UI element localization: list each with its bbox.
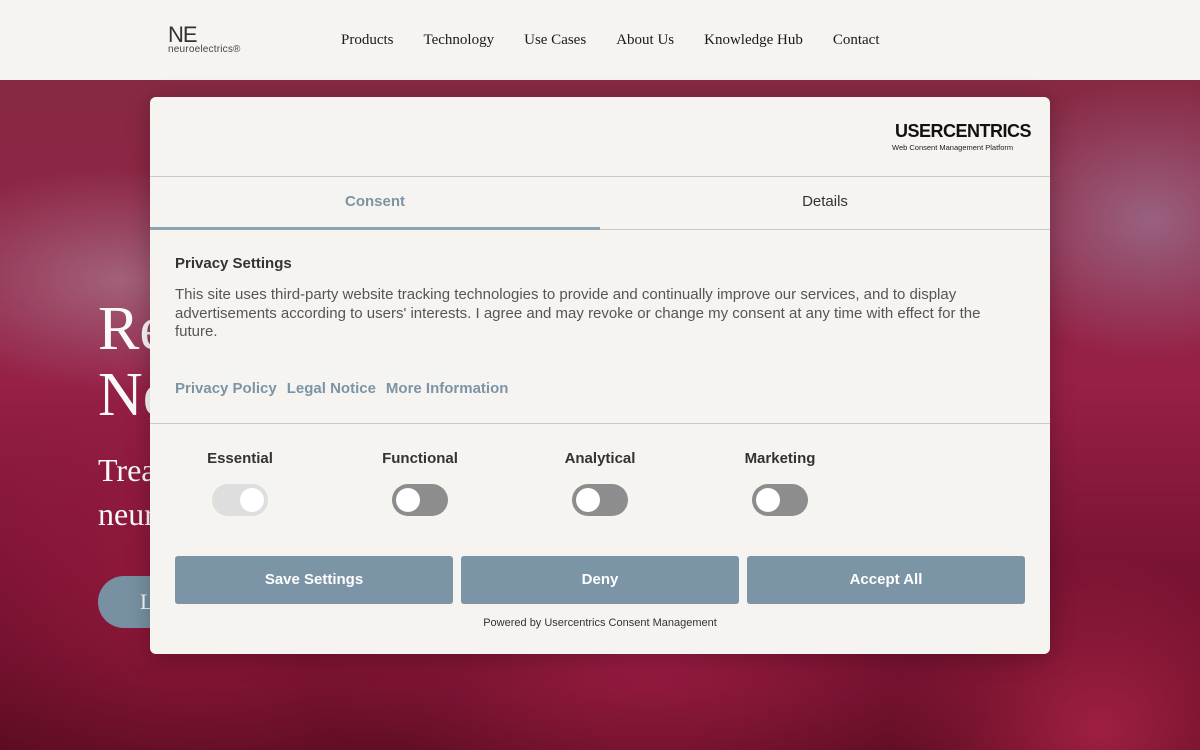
neuroelectrics-logo[interactable]: NE neuroelectrics®: [168, 24, 258, 58]
nav-products[interactable]: Products: [341, 30, 394, 50]
usercentrics-brand: USERCENTRICS Web Consent Management Plat…: [892, 121, 1032, 153]
powered-by-text: Powered by Usercentrics Consent Manageme…: [483, 617, 717, 629]
save-settings-button[interactable]: Save Settings: [175, 556, 453, 604]
accept-all-button[interactable]: Accept All: [747, 556, 1025, 604]
section-divider: [150, 423, 1050, 424]
consent-dialog: USERCENTRICS Web Consent Management Plat…: [150, 97, 1050, 654]
toggle-knob: [240, 488, 264, 512]
privacy-description: This site uses third-party website track…: [175, 286, 981, 340]
nav-about-us[interactable]: About Us: [616, 30, 674, 50]
category-functional: Functional: [360, 450, 480, 516]
analytical-toggle[interactable]: [572, 484, 628, 516]
category-essential: Essential: [180, 450, 300, 516]
category-analytical: Analytical: [540, 450, 660, 516]
toggle-knob: [576, 488, 600, 512]
essential-toggle: [212, 484, 268, 516]
category-label: Analytical: [564, 450, 636, 467]
site-header: NE neuroelectrics® Products Technology U…: [0, 0, 1200, 80]
legal-notice-link[interactable]: Legal Notice: [287, 380, 376, 397]
marketing-toggle[interactable]: [752, 484, 808, 516]
nav-contact[interactable]: Contact: [833, 30, 880, 50]
nav-use-cases[interactable]: Use Cases: [524, 30, 586, 50]
nav-technology[interactable]: Technology: [424, 30, 495, 50]
category-label: Marketing: [744, 450, 816, 467]
brand-tagline: Web Consent Management Platform: [892, 143, 1014, 152]
tab-consent[interactable]: Consent: [150, 177, 600, 230]
functional-toggle[interactable]: [392, 484, 448, 516]
consent-actions: Save Settings Deny Accept All: [175, 556, 1025, 604]
privacy-settings-title: Privacy Settings: [175, 255, 292, 272]
main-nav: Products Technology Use Cases About Us K…: [341, 30, 880, 50]
privacy-policy-link[interactable]: Privacy Policy: [175, 380, 277, 397]
category-label: Essential: [207, 450, 273, 467]
logo-wordmark: neuroelectrics®: [168, 44, 241, 55]
category-label: Functional: [382, 450, 458, 467]
toggle-knob: [396, 488, 420, 512]
more-information-link[interactable]: More Information: [386, 380, 509, 397]
logo-mark: NE: [168, 22, 198, 47]
toggle-knob: [756, 488, 780, 512]
tab-details[interactable]: Details: [600, 177, 1050, 229]
category-toggles: Essential Functional Analytical Marketin…: [150, 450, 1050, 520]
policy-links: Privacy Policy Legal Notice More Informa…: [175, 380, 508, 397]
consent-tabs: Consent Details: [150, 176, 1050, 230]
nav-knowledge-hub[interactable]: Knowledge Hub: [704, 30, 803, 50]
deny-button[interactable]: Deny: [461, 556, 739, 604]
category-marketing: Marketing: [720, 450, 840, 516]
brand-name: USERCENTRICS: [895, 121, 1032, 141]
